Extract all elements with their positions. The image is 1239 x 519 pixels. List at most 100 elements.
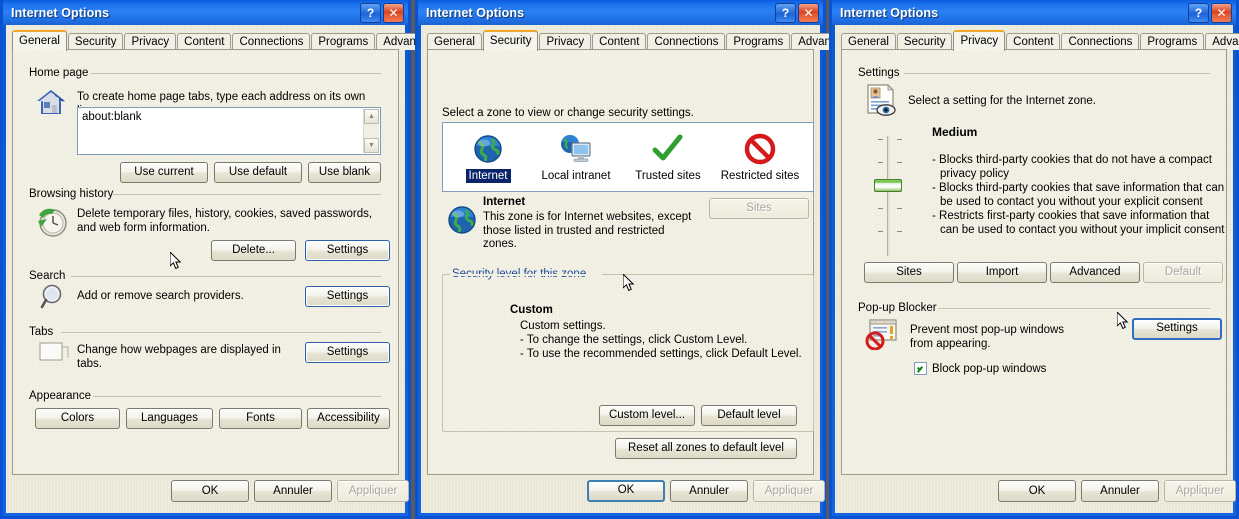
- titlebar-buttons: ? ✕: [775, 3, 819, 23]
- help-button[interactable]: ?: [775, 3, 796, 23]
- zone-item-local-intranet[interactable]: Local intranet: [531, 129, 621, 183]
- zone-list[interactable]: Internet Local intranet Trusted sites Re…: [442, 122, 814, 192]
- tab-connections[interactable]: Connections: [1061, 33, 1140, 50]
- slider-tick: [878, 139, 883, 140]
- tab-content[interactable]: Content: [177, 33, 232, 50]
- titlebar: Internet Options ? ✕: [832, 0, 1236, 25]
- slider-tick: [878, 208, 883, 209]
- slider-tick: [897, 231, 902, 232]
- reset-zones-button[interactable]: Reset all zones to default level: [615, 438, 797, 459]
- popup-blocker-legend: Pop-up Blocker: [858, 302, 937, 314]
- use-default-button[interactable]: Use default: [214, 162, 302, 183]
- close-icon[interactable]: ✕: [798, 3, 819, 23]
- default-level-button[interactable]: Default level: [701, 405, 797, 426]
- privacy-level-slider[interactable]: [866, 136, 914, 256]
- tabs-settings-button[interactable]: Settings: [305, 342, 390, 363]
- import-button[interactable]: Import: [957, 262, 1047, 283]
- ok-button[interactable]: OK: [998, 480, 1076, 502]
- sites-button: Sites: [709, 198, 809, 219]
- tab-strip: General Security Privacy Content Connect…: [841, 30, 1239, 51]
- block-popups-checkbox[interactable]: [914, 362, 927, 375]
- security-level-line-3: - To use the recommended settings, click…: [520, 348, 802, 360]
- tab-general[interactable]: General: [12, 30, 67, 51]
- tab-programs[interactable]: Programs: [1140, 33, 1205, 50]
- home-page-legend: Home page: [29, 67, 89, 79]
- sites-button[interactable]: Sites: [864, 262, 954, 283]
- tab-programs[interactable]: Programs: [726, 33, 791, 50]
- search-divider: [71, 276, 381, 277]
- security-level-value: Custom: [510, 304, 553, 316]
- tab-advanced[interactable]: Advanced: [1205, 33, 1239, 50]
- tab-general[interactable]: General: [427, 33, 482, 50]
- ok-button[interactable]: OK: [171, 480, 249, 502]
- apply-button: Appliquer: [1164, 480, 1236, 502]
- accessibility-button[interactable]: Accessibility: [307, 408, 390, 429]
- delete-button[interactable]: Delete...: [211, 240, 296, 261]
- zone-item-restricted-sites[interactable]: Restricted sites: [715, 129, 805, 183]
- use-current-button[interactable]: Use current: [120, 162, 208, 183]
- home-page-scrollbar[interactable]: ▲ ▼: [363, 109, 379, 153]
- scroll-up-icon[interactable]: ▲: [364, 109, 379, 124]
- tab-connections[interactable]: Connections: [232, 33, 311, 50]
- tab-privacy[interactable]: Privacy: [539, 33, 592, 50]
- settings-description: Select a setting for the Internet zone.: [908, 95, 1096, 107]
- appearance-divider: [93, 396, 381, 397]
- cancel-button[interactable]: Annuler: [254, 480, 332, 502]
- window-client-area: General Security Privacy Content Connect…: [835, 25, 1239, 513]
- titlebar: Internet Options ? ✕: [3, 0, 408, 25]
- slider-thumb[interactable]: [874, 179, 902, 192]
- slider-tick: [897, 139, 902, 140]
- help-button[interactable]: ?: [360, 3, 381, 23]
- close-icon[interactable]: ✕: [1211, 3, 1232, 23]
- home-page-value: about:blank: [82, 111, 142, 123]
- tab-security[interactable]: Security: [67, 33, 124, 50]
- security-level-line-1: Custom settings.: [520, 320, 606, 332]
- tab-content[interactable]: Content: [1006, 33, 1061, 50]
- advanced-button[interactable]: Advanced: [1050, 262, 1140, 283]
- browsing-history-divider: [113, 194, 381, 195]
- tab-general[interactable]: General: [841, 33, 896, 50]
- restricted-icon: [715, 129, 805, 169]
- privacy-line-4: be used to contact you without your expl…: [940, 196, 1203, 208]
- home-page-input[interactable]: about:blank ▲ ▼: [77, 107, 381, 155]
- ok-button[interactable]: OK: [587, 480, 665, 502]
- custom-level-button[interactable]: Custom level...: [599, 405, 695, 426]
- titlebar: Internet Options ? ✕: [418, 0, 823, 25]
- tab-strip: General Security Privacy Content Connect…: [427, 30, 857, 51]
- window-internet-options-privacy: Internet Options ? ✕ General Security Pr…: [829, 0, 1239, 519]
- popup-settings-button[interactable]: Settings: [1132, 318, 1222, 340]
- browsing-history-settings-button[interactable]: Settings: [305, 240, 390, 261]
- languages-button[interactable]: Languages: [126, 408, 213, 429]
- zone-item-internet[interactable]: Internet: [443, 129, 533, 183]
- colors-button[interactable]: Colors: [35, 408, 120, 429]
- privacy-line-6: can be used to contact you without your …: [940, 224, 1225, 236]
- tab-content[interactable]: Content: [592, 33, 647, 50]
- help-button[interactable]: ?: [1188, 3, 1209, 23]
- zone-item-trusted-sites[interactable]: Trusted sites: [623, 129, 713, 183]
- use-blank-button[interactable]: Use blank: [308, 162, 381, 183]
- titlebar-buttons: ? ✕: [360, 3, 404, 23]
- privacy-panel: Settings Select a setting for the Intern…: [841, 49, 1227, 475]
- slider-track: [887, 136, 890, 256]
- search-settings-button[interactable]: Settings: [305, 286, 390, 307]
- tab-security[interactable]: Security: [482, 30, 539, 51]
- apply-button: Appliquer: [753, 480, 825, 502]
- cancel-button[interactable]: Annuler: [1081, 480, 1159, 502]
- tab-security[interactable]: Security: [896, 33, 953, 50]
- scroll-down-icon[interactable]: ▼: [364, 138, 379, 153]
- tab-privacy[interactable]: Privacy: [953, 30, 1006, 51]
- slider-tick: [897, 208, 902, 209]
- general-panel: Home page To create home page tabs, type…: [12, 49, 399, 475]
- zone-label: Local intranet: [541, 170, 611, 182]
- cancel-button[interactable]: Annuler: [670, 480, 748, 502]
- tab-privacy[interactable]: Privacy: [124, 33, 177, 50]
- tab-programs[interactable]: Programs: [311, 33, 376, 50]
- window-title: Internet Options: [840, 5, 939, 20]
- close-icon[interactable]: ✕: [383, 3, 404, 23]
- globe-icon: [443, 129, 533, 169]
- tab-connections[interactable]: Connections: [647, 33, 726, 50]
- fonts-button[interactable]: Fonts: [219, 408, 302, 429]
- settings-divider: [904, 73, 1210, 74]
- slider-tick: [878, 231, 883, 232]
- screen: Internet Options ? ✕ General Security Pr…: [0, 0, 1239, 519]
